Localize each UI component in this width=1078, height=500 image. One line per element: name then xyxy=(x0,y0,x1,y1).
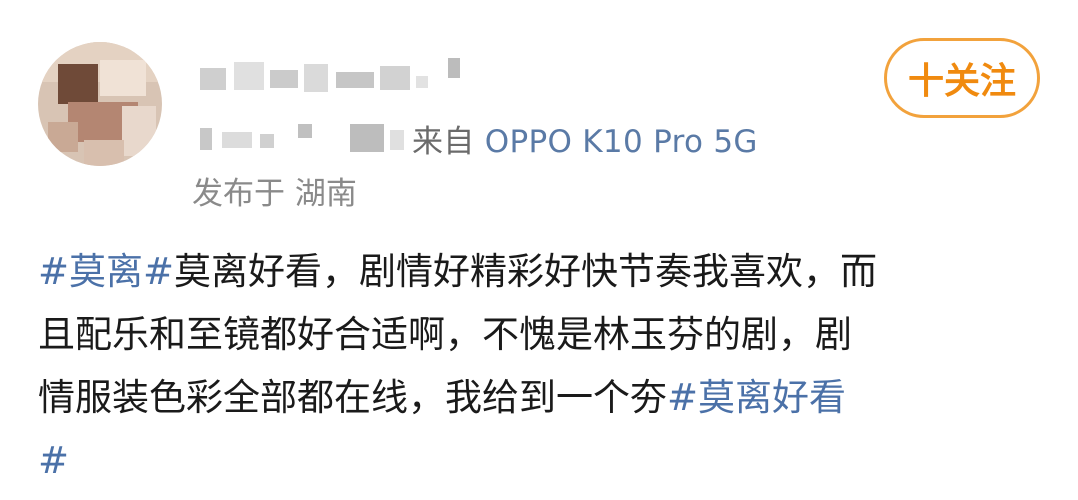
post-text: 莫离好看，剧情好精彩好快节奏我喜欢，而 xyxy=(174,250,878,293)
author-name-obscured[interactable] xyxy=(200,58,480,98)
post-time-obscured xyxy=(200,124,410,154)
post-source: 来自 OPPO K10 Pro 5G xyxy=(412,116,758,161)
hashtag-link[interactable]: # xyxy=(38,439,69,482)
post-line: 情服装色彩全部都在线，我给到一个夯#莫离好看 xyxy=(38,366,1048,429)
post-content: #莫离#莫离好看，剧情好精彩好快节奏我喜欢，而且配乐和至镜都好合适啊，不愧是林玉… xyxy=(38,240,1048,492)
source-prefix: 来自 xyxy=(412,124,475,160)
hashtag-link[interactable]: #莫离# xyxy=(38,250,174,293)
avatar[interactable] xyxy=(38,42,162,166)
hashtag-link[interactable]: #莫离好看 xyxy=(667,376,846,419)
source-device[interactable]: OPPO K10 Pro 5G xyxy=(485,124,758,160)
post-line: #莫离#莫离好看，剧情好精彩好快节奏我喜欢，而 xyxy=(38,240,1048,303)
post-location: 发布于 湖南 xyxy=(192,176,357,212)
post-line: 且配乐和至镜都好合适啊，不愧是林玉芬的剧，剧 xyxy=(38,303,1048,366)
follow-button[interactable]: 十关注 xyxy=(884,38,1040,118)
post-text: 情服装色彩全部都在线，我给到一个夯 xyxy=(38,376,667,419)
post-line: # xyxy=(38,429,1048,492)
post-text: 且配乐和至镜都好合适啊，不愧是林玉芬的剧，剧 xyxy=(38,313,852,356)
